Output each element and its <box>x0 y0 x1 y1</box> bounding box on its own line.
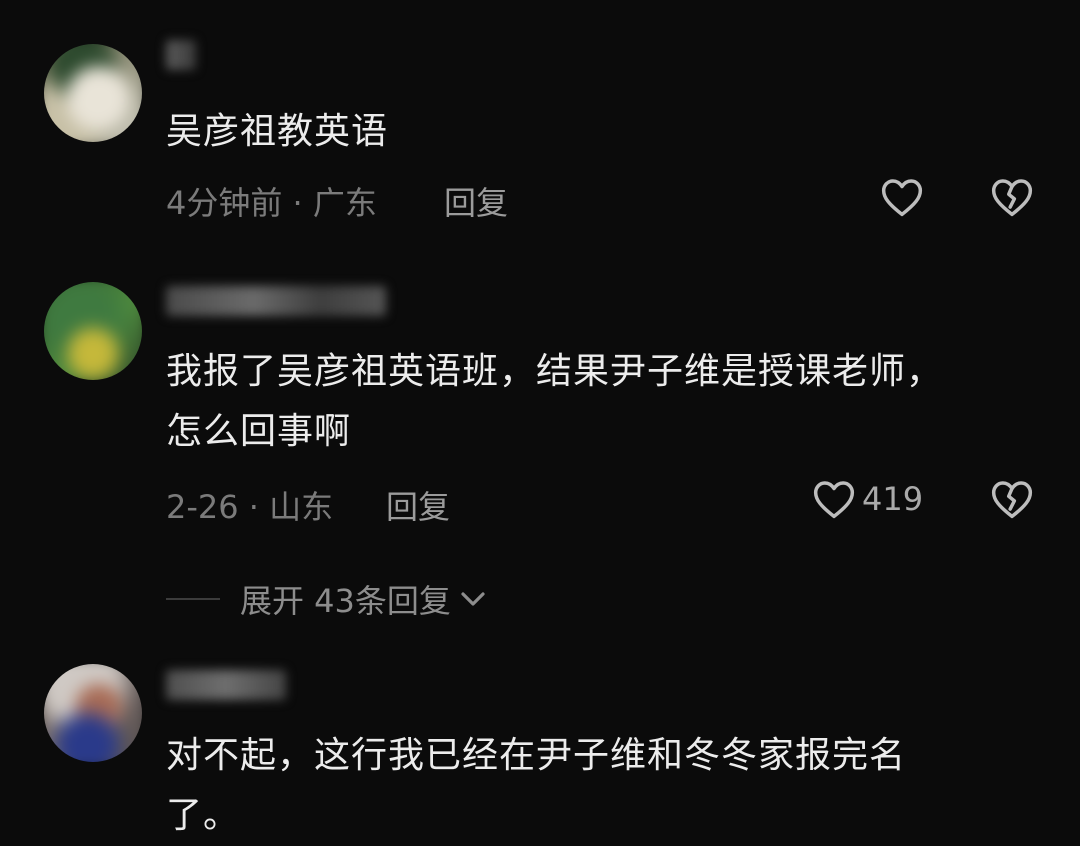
expand-replies-label: 展开 43条回复 <box>240 582 451 620</box>
username-blurred[interactable] <box>166 40 196 70</box>
comment-meta: 2-26 · 山东 <box>166 488 334 526</box>
reply-button[interactable]: 回复 <box>444 178 508 224</box>
comment-item: 对不起，这行我已经在尹子维和冬冬家报完名 了。 <box>0 640 1080 836</box>
broken-heart-icon <box>990 176 1034 218</box>
username-blurred[interactable] <box>166 286 386 316</box>
like-button[interactable]: 419 <box>812 478 923 520</box>
comment-text: 吴彦祖教英语 <box>166 111 389 152</box>
expand-replies-button[interactable]: 展开 43条回复 <box>166 576 487 622</box>
broken-heart-icon <box>990 478 1034 520</box>
comment-item: 吴彦祖教英语 4分钟前 · 广东 回复 <box>0 0 1080 260</box>
comment-item: 我报了吴彦祖英语班，结果尹子维是授课老师， 怎么回事啊 2-26 · 山东 回复… <box>0 260 1080 640</box>
heart-icon <box>812 478 856 520</box>
avatar[interactable] <box>44 44 142 142</box>
chevron-down-icon <box>459 589 487 609</box>
dislike-button[interactable] <box>990 176 1034 218</box>
like-button[interactable] <box>880 176 930 218</box>
comment-meta: 4分钟前 · 广东 <box>166 184 377 222</box>
comment-text: 我报了吴彦祖英语班，结果尹子维是授课老师， 怎么回事啊 <box>166 351 944 452</box>
avatar[interactable] <box>44 664 142 762</box>
like-count: 419 <box>862 480 924 518</box>
comment-text: 对不起，这行我已经在尹子维和冬冬家报完名 了。 <box>166 735 907 836</box>
dislike-button[interactable] <box>990 478 1034 520</box>
avatar[interactable] <box>44 282 142 380</box>
username-blurred[interactable] <box>166 670 286 700</box>
reply-button[interactable]: 回复 <box>386 482 450 528</box>
heart-icon <box>880 176 924 218</box>
divider-line <box>166 598 220 600</box>
